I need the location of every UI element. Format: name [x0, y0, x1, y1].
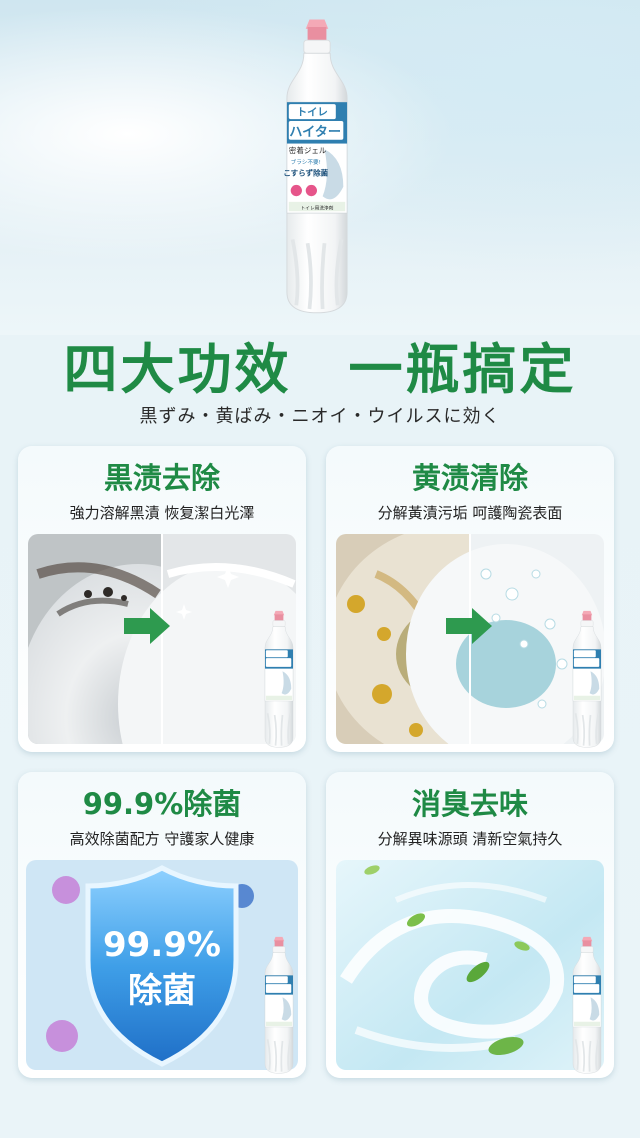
card-title: 黄渍清除 — [411, 461, 528, 495]
product-bottle-small — [256, 936, 302, 1076]
bottle-brand-line1: トイレ — [297, 106, 328, 118]
card-description: 強力溶解黑漬 恢复潔白光澤 — [69, 504, 255, 522]
bottle-badge-pink — [290, 184, 302, 197]
shield-percent: 99.9% — [103, 925, 221, 965]
bottle-badge-pink-2 — [305, 184, 317, 197]
card-description: 分解異味源頭 清新空氣持久 — [377, 830, 563, 848]
card-title: 黒渍去除 — [103, 461, 220, 495]
bottle-tagline-big: こすらず除菌 — [283, 168, 328, 178]
card-title: 消臭去味 — [411, 787, 528, 821]
card-description: 分解黃漬污垢 呵護陶瓷表面 — [377, 504, 563, 522]
product-bottle-small — [256, 610, 302, 750]
product-bottle-hero: トイレ ハイター 密着ジェル ブラシ不要! こすらず除菌 トイレ用洗浄剤 — [270, 8, 364, 328]
page-headline: 四大功效 一瓶搞定 — [63, 338, 577, 401]
product-bottle-small — [564, 936, 610, 1076]
page-subheadline: 黒ずみ・黄ばみ・ニオイ・ウイルスに効く — [139, 406, 501, 427]
product-bottle-small — [564, 610, 610, 750]
card-title: 99.9%除菌 — [82, 787, 242, 821]
card-description: 高效除菌配方 守護家人健康 — [69, 830, 255, 848]
feature-card-deodorize: 消臭去味 分解異味源頭 清新空氣持久 — [326, 772, 614, 1078]
feature-card-yellow-stain: 黄渍清除 分解黃漬污垢 呵護陶瓷表面 — [326, 446, 614, 752]
shield-label: 除菌 — [128, 971, 196, 1011]
bottle-type: 密着ジェル — [289, 145, 327, 155]
bottle-tagline-small: ブラシ不要! — [291, 158, 321, 166]
feature-card-sterilization: 99.9%除菌 高效除菌配方 守護家人健康 99.9% 除菌 — [18, 772, 306, 1078]
feature-card-black-stain: 黒渍去除 強力溶解黑漬 恢复潔白光澤 — [18, 446, 306, 752]
bottle-brand-line2: ハイター — [289, 124, 341, 140]
